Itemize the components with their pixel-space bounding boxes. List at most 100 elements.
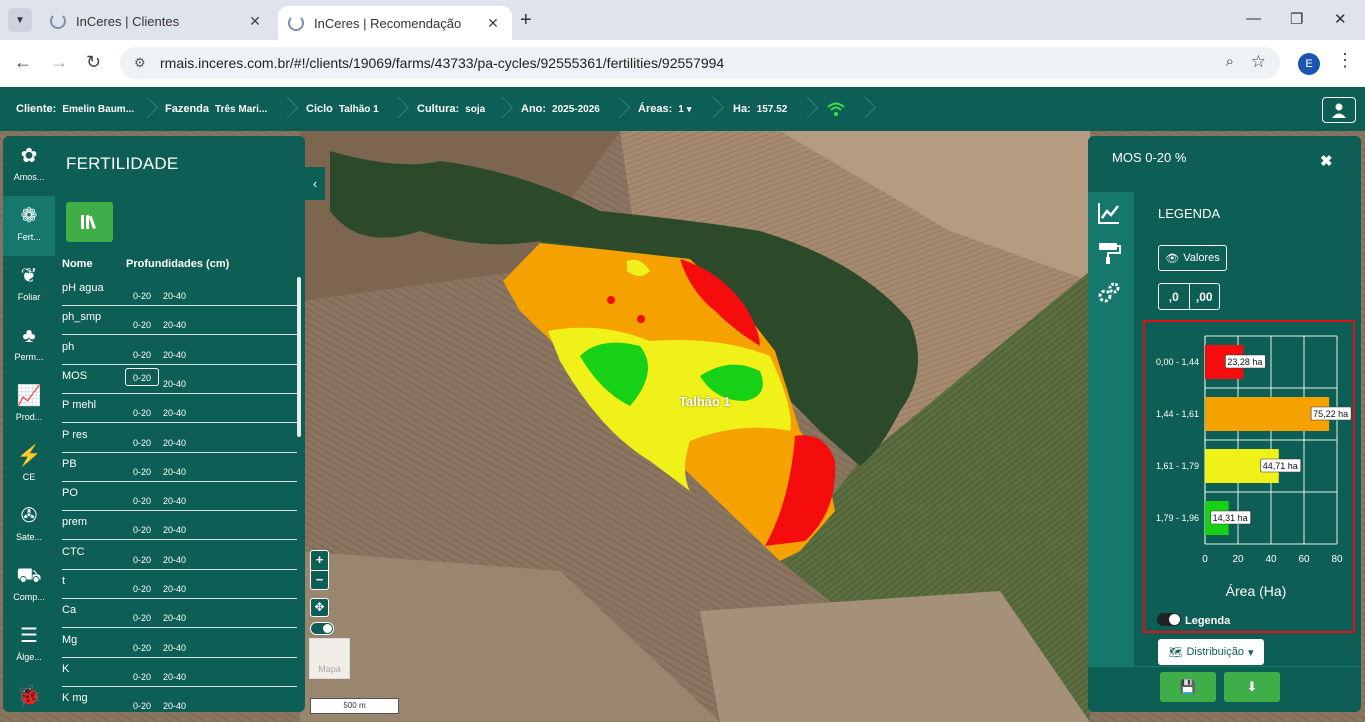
fertility-row[interactable]: ph 0-20 20-40: [62, 336, 297, 365]
rail-item-foliar[interactable]: ❦ Foliar: [3, 256, 55, 316]
depth-20-40-option[interactable]: 20-40: [163, 346, 186, 364]
rail-item-ce[interactable]: ⚡ CE: [3, 436, 55, 496]
site-settings-icon[interactable]: ⚙: [134, 55, 150, 71]
rail-item-algebra[interactable]: ☰ Álge...: [3, 616, 55, 676]
depth-0-20-option[interactable]: 0-20: [125, 609, 159, 627]
depth-0-20-option[interactable]: 0-20: [125, 404, 159, 422]
rail-item-pragas[interactable]: 🐞: [3, 676, 55, 712]
forward-icon[interactable]: →: [50, 52, 68, 73]
depth-0-20-option[interactable]: 0-20: [125, 697, 159, 712]
rail-item-fertilidade[interactable]: ❁ Fert...: [3, 196, 55, 256]
download-button[interactable]: ⬇: [1224, 672, 1280, 702]
rail-item-satelite[interactable]: ✇ Sate...: [3, 496, 55, 556]
back-icon[interactable]: ←: [14, 52, 32, 73]
decrease-decimals-button[interactable]: ,0: [1159, 284, 1189, 309]
distribution-dropdown[interactable]: 🗺 Distribuição ▾: [1158, 639, 1264, 665]
fertility-row[interactable]: pH agua 0-20 20-40: [62, 277, 297, 306]
close-icon[interactable]: ✖: [1320, 152, 1333, 170]
fertility-row[interactable]: ph_smp 0-20 20-40: [62, 306, 297, 336]
fertility-row[interactable]: P res 0-20 20-40: [62, 424, 297, 453]
breadcrumb-cultura[interactable]: Cultura: soja: [417, 87, 485, 131]
tab-clientes[interactable]: InCeres | Clientes ✕: [40, 6, 274, 36]
legend-toggle[interactable]: [1157, 613, 1181, 626]
breadcrumb-ano[interactable]: Ano: 2025-2026: [521, 87, 600, 131]
rail-item-amostras[interactable]: ✿ Amos...: [3, 136, 55, 196]
reload-icon[interactable]: ↻: [86, 52, 101, 73]
chart-line-icon[interactable]: [1096, 200, 1122, 226]
save-button[interactable]: 💾: [1160, 672, 1216, 702]
minimize-icon[interactable]: —: [1246, 10, 1261, 27]
depth-20-40-option[interactable]: 20-40: [163, 668, 186, 686]
maximize-icon[interactable]: ❐: [1290, 10, 1303, 28]
depth-0-20-option[interactable]: 0-20: [125, 367, 159, 386]
depth-0-20-option[interactable]: 0-20: [125, 521, 159, 539]
user-account-button[interactable]: [1322, 97, 1356, 123]
tab-search-button[interactable]: ▼: [8, 8, 32, 32]
rail-item-permanente[interactable]: ♣ Perm...: [3, 316, 55, 376]
depth-20-40-option[interactable]: 20-40: [163, 463, 186, 481]
url-text[interactable]: rmais.inceres.com.br/#!/clients/19069/fa…: [160, 55, 724, 71]
depth-0-20-option[interactable]: 0-20: [125, 551, 159, 569]
library-button[interactable]: [66, 202, 113, 242]
zoom-icon[interactable]: ⌕: [1226, 53, 1234, 70]
fertility-row[interactable]: P mehl 0-20 20-40: [62, 394, 297, 424]
values-button[interactable]: 👁 Valores: [1158, 245, 1227, 271]
fertility-row[interactable]: t 0-20 20-40: [62, 570, 297, 599]
depth-20-40-option[interactable]: 20-40: [163, 375, 186, 393]
depth-20-40-option[interactable]: 20-40: [163, 492, 186, 510]
fertility-row[interactable]: K 0-20 20-40: [62, 658, 297, 687]
depth-20-40-option[interactable]: 20-40: [163, 404, 186, 422]
depth-0-20-option[interactable]: 0-20: [125, 639, 159, 657]
depth-0-20-option[interactable]: 0-20: [125, 580, 159, 598]
depth-0-20-option[interactable]: 0-20: [125, 316, 159, 334]
depth-0-20-option[interactable]: 0-20: [125, 287, 159, 305]
rail-item-produtividade[interactable]: 📈 Prod...: [3, 376, 55, 436]
fertility-row[interactable]: K mg 0-20 20-40: [62, 687, 297, 712]
bookmark-star-icon[interactable]: ☆: [1251, 52, 1266, 72]
new-tab-button[interactable]: +: [520, 9, 532, 32]
profile-avatar[interactable]: E: [1298, 53, 1320, 75]
depth-0-20-option[interactable]: 0-20: [125, 463, 159, 481]
depth-0-20-option[interactable]: 0-20: [125, 492, 159, 510]
gears-icon[interactable]: [1096, 280, 1122, 306]
paint-roller-icon[interactable]: [1096, 240, 1122, 266]
breadcrumb-cliente[interactable]: Cliente: Emelin Baum...: [16, 87, 134, 131]
fertility-row[interactable]: prem 0-20 20-40: [62, 511, 297, 541]
depth-20-40-option[interactable]: 20-40: [163, 580, 186, 598]
fertility-row[interactable]: Mg 0-20 20-40: [62, 629, 297, 658]
pan-move-button[interactable]: ✥: [310, 598, 329, 617]
depth-20-40-option[interactable]: 20-40: [163, 639, 186, 657]
depth-20-40-option[interactable]: 20-40: [163, 287, 186, 305]
depth-20-40-option[interactable]: 20-40: [163, 316, 186, 334]
layer-toggle[interactable]: [310, 622, 334, 635]
fertility-row[interactable]: Ca 0-20 20-40: [62, 599, 297, 629]
fertility-row[interactable]: PB 0-20 20-40: [62, 453, 297, 482]
rail-item-composicao[interactable]: ⛟ Comp...: [3, 556, 55, 616]
depth-20-40-option[interactable]: 20-40: [163, 697, 186, 712]
zoom-in-button[interactable]: +: [311, 551, 328, 570]
fertility-row[interactable]: PO 0-20 20-40: [62, 482, 297, 512]
depth-0-20-option[interactable]: 0-20: [125, 434, 159, 452]
depth-0-20-option[interactable]: 0-20: [125, 346, 159, 364]
url-bar[interactable]: ⚙ rmais.inceres.com.br/#!/clients/19069/…: [120, 47, 1280, 79]
tab-close-button[interactable]: ✕: [246, 13, 264, 30]
panel-scrollbar[interactable]: [297, 277, 301, 437]
collapse-panel-button[interactable]: ‹: [305, 167, 325, 200]
tab-recomendacao[interactable]: InCeres | Recomendação ✕: [278, 6, 512, 40]
depth-20-40-option[interactable]: 20-40: [163, 521, 186, 539]
depth-20-40-option[interactable]: 20-40: [163, 551, 186, 569]
increase-decimals-button[interactable]: ,00: [1188, 284, 1220, 309]
fertility-row[interactable]: MOS 0-20 20-40: [62, 365, 297, 394]
tab-close-button[interactable]: ✕: [484, 15, 502, 32]
breadcrumb-ciclo[interactable]: Ciclo Talhão 1: [306, 87, 379, 131]
depth-20-40-option[interactable]: 20-40: [163, 434, 186, 452]
browser-menu-icon[interactable]: ⋮: [1336, 50, 1354, 71]
depth-20-40-option[interactable]: 20-40: [163, 609, 186, 627]
depth-0-20-option[interactable]: 0-20: [125, 668, 159, 686]
zoom-out-button[interactable]: −: [311, 570, 328, 589]
window-close-icon[interactable]: ✕: [1334, 10, 1347, 28]
breadcrumb-areas[interactable]: Áreas: 1 ▾: [638, 87, 691, 131]
basemap-selector[interactable]: Mapa: [309, 638, 350, 679]
breadcrumb-fazenda[interactable]: Fazenda Três Mari...: [165, 87, 267, 131]
fertility-row[interactable]: CTC 0-20 20-40: [62, 541, 297, 570]
